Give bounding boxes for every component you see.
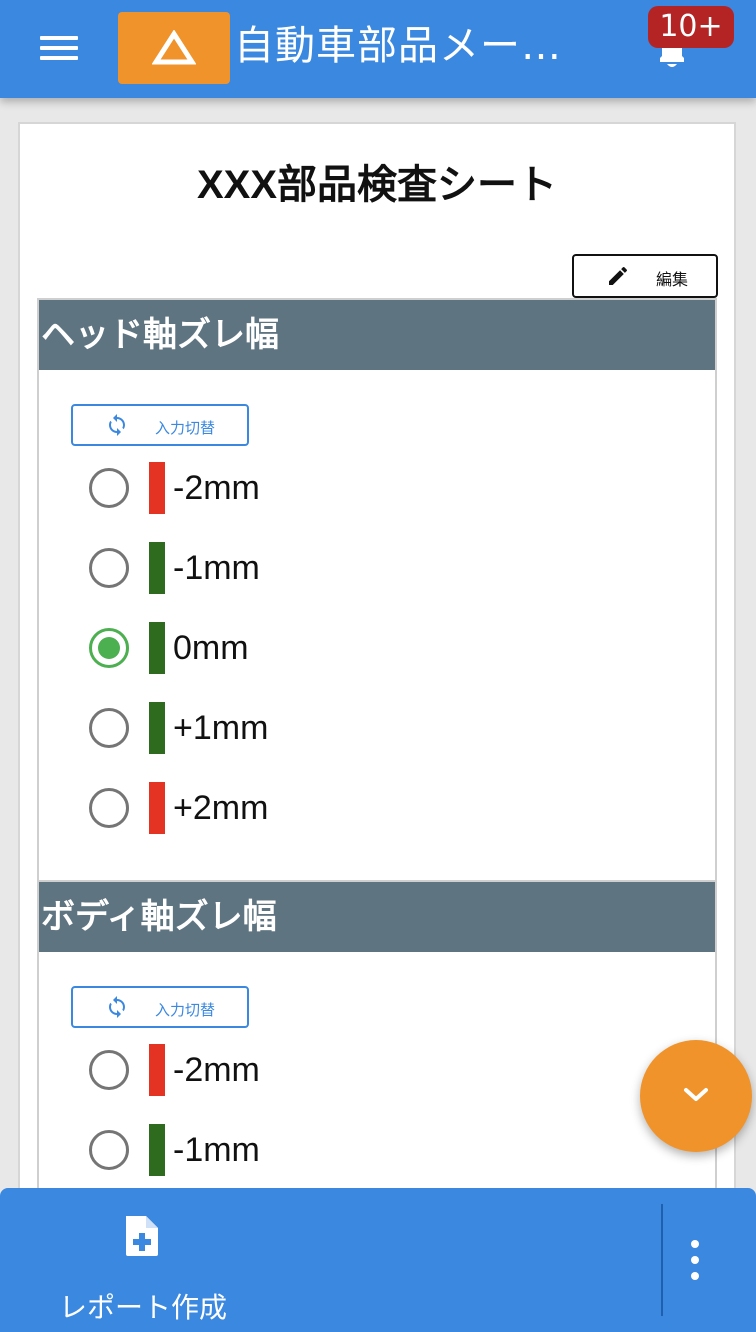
- radio-option[interactable]: -2mm: [89, 1042, 489, 1098]
- input-switch-label: 入力切替: [155, 419, 216, 437]
- radio-button[interactable]: [89, 1130, 129, 1170]
- scroll-down-button[interactable]: [640, 1040, 752, 1152]
- radio-option[interactable]: 0mm: [89, 620, 489, 676]
- option-label: +2mm: [173, 789, 269, 827]
- create-report-button[interactable]: レポート作成: [40, 1208, 250, 1324]
- status-bar-ok: [149, 1124, 165, 1176]
- option-label: -2mm: [173, 1051, 260, 1089]
- file-plus-icon: [126, 1216, 158, 1256]
- section-head-offset: ヘッド軸ズレ幅 入力切替 -2mm -1mm 0mm +1mm +2mm: [37, 298, 717, 882]
- page-title: XXX部品検査シート: [196, 163, 558, 207]
- app-title: 自動車部品メー…: [234, 23, 562, 69]
- status-bar-ng: [149, 782, 165, 834]
- input-switch-button[interactable]: 入力切替: [71, 404, 249, 446]
- menu-icon[interactable]: [40, 32, 80, 62]
- sync-icon: [109, 996, 125, 1018]
- input-switch-label: 入力切替: [155, 1001, 216, 1019]
- sync-icon: [109, 414, 125, 436]
- option-label: +1mm: [173, 709, 269, 747]
- create-report-label: レポート作成: [58, 1291, 227, 1324]
- option-label: -2mm: [173, 469, 260, 507]
- bottom-bar: レポート作成: [0, 1188, 756, 1332]
- radio-button[interactable]: [89, 468, 129, 508]
- option-label: 0mm: [173, 629, 249, 667]
- radio-button[interactable]: [89, 548, 129, 588]
- section-header: ヘッド軸ズレ幅: [39, 300, 715, 370]
- status-bar-ok: [149, 622, 165, 674]
- option-label: -1mm: [173, 1131, 260, 1169]
- warning-triangle-icon: [152, 30, 196, 65]
- radio-option[interactable]: +2mm: [89, 780, 489, 836]
- more-vertical-icon[interactable]: [676, 1238, 716, 1282]
- status-bar-ng: [149, 1044, 165, 1096]
- option-label: -1mm: [173, 549, 260, 587]
- divider: [661, 1204, 663, 1316]
- status-bar-ok: [149, 702, 165, 754]
- notification-badge[interactable]: 10+: [648, 6, 734, 48]
- app-logo[interactable]: [118, 12, 230, 84]
- radio-option[interactable]: -2mm: [89, 460, 489, 516]
- radio-option[interactable]: -1mm: [89, 1122, 489, 1178]
- radio-button[interactable]: [89, 1050, 129, 1090]
- status-bar-ng: [149, 462, 165, 514]
- edit-button[interactable]: 編集: [572, 254, 718, 298]
- section-header: ボディ軸ズレ幅: [39, 882, 715, 952]
- app-bar: 自動車部品メー… 10+: [0, 0, 756, 98]
- chevron-down-icon: [684, 1088, 708, 1101]
- status-bar-ok: [149, 542, 165, 594]
- radio-option[interactable]: +1mm: [89, 700, 489, 756]
- edit-button-label: 編集: [656, 270, 689, 289]
- radio-button[interactable]: [89, 708, 129, 748]
- radio-option[interactable]: -1mm: [89, 540, 489, 596]
- section-body-offset: ボディ軸ズレ幅 入力切替 -2mm -1mm: [37, 880, 717, 1200]
- pencil-icon: [609, 266, 628, 285]
- radio-button-checked[interactable]: [89, 628, 129, 668]
- inspection-sheet: XXX部品検査シート 編集 ヘッド軸ズレ幅 入力切替 -2mm -1mm 0mm…: [18, 122, 736, 1202]
- radio-button[interactable]: [89, 788, 129, 828]
- input-switch-button[interactable]: 入力切替: [71, 986, 249, 1028]
